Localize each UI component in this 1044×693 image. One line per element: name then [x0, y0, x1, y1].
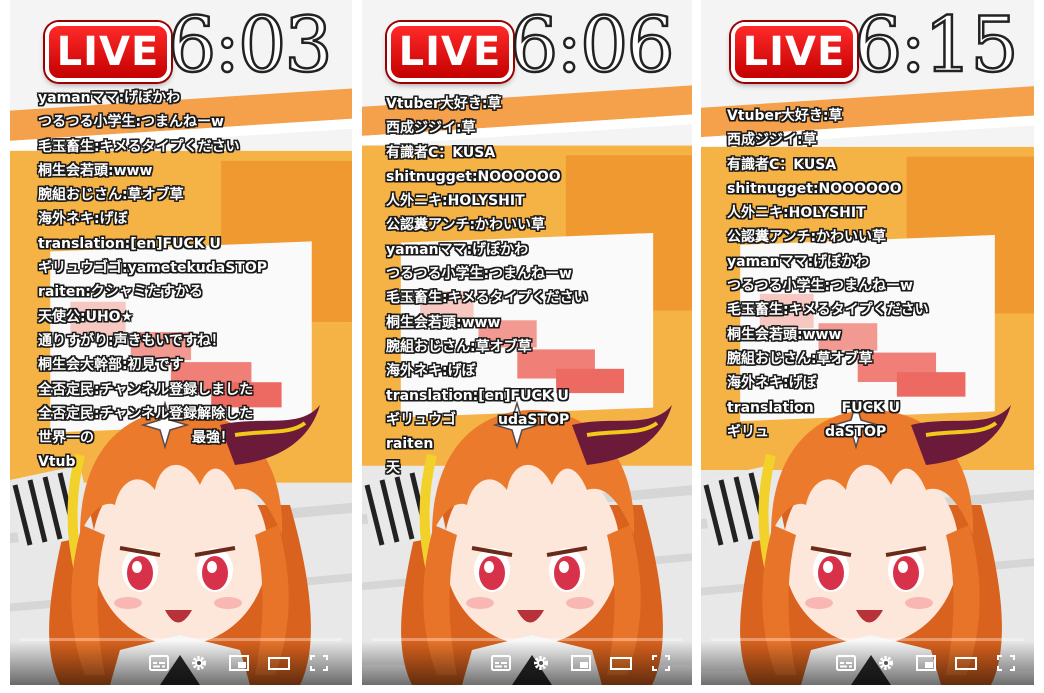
miniplayer-icon: [915, 653, 937, 673]
chat-message: 天使公:UHO★: [38, 308, 134, 325]
chat-message: 人外ニキ:HOLYSHIT: [727, 205, 866, 222]
subtitles-icon: [835, 653, 857, 673]
player-controls: [362, 641, 692, 685]
chat-overlay: Vtuber大好き:草 西成ジジイ:草有識者C：KUSA shitnugget:NO…: [727, 104, 929, 444]
theater-mode-button[interactable]: [610, 653, 632, 673]
chat-message: translation:[en]FUCK U: [386, 387, 569, 404]
chat-overlay: yamanママ:げぼかわつるつる小学生:つまんねーw 毛玉畜生:キメるタイプくださ…: [38, 86, 267, 475]
fullscreen-button[interactable]: [308, 653, 330, 673]
stream-panel-3: LIVE 6:15 Vtuber大好き:草 西成ジジイ:草有識者C：KUSA shi…: [701, 0, 1034, 685]
chat-message: shitnugget:NOOOOOO: [727, 180, 902, 197]
chat-message: 腕組おじさん:草オブ草: [386, 338, 532, 355]
chat-message: 天: [386, 460, 400, 477]
chat-message: つるつる小学生:つまんねーw: [386, 266, 572, 283]
chat-message: 桐生会大幹部:初見です: [38, 357, 184, 374]
chat-message: 海外ネキ:げぼ: [38, 211, 128, 228]
miniplayer-button[interactable]: [915, 653, 937, 673]
chat-message: 全否定民:チャンネル登録しました: [38, 381, 254, 398]
chat-message: yamanママ:げぼかわ: [38, 90, 181, 106]
chat-message: yamanママ:げぼかわ: [727, 253, 870, 270]
subtitles-button[interactable]: [148, 653, 170, 673]
chat-message: translation FUCK U: [727, 399, 900, 416]
settings-gear-button[interactable]: [875, 653, 897, 673]
settings-gear-icon: [188, 653, 210, 673]
chat-message: 公認糞アンチ:かわいい草: [386, 217, 546, 234]
subtitles-icon: [148, 653, 170, 673]
chat-message: 世界一の 最強！: [38, 430, 234, 447]
chat-message: yamanママ:げぼかわ: [386, 241, 529, 258]
miniplayer-button[interactable]: [228, 653, 250, 673]
stream-panel-2: LIVE 6:06 Vtuber大好き:草 西成ジジイ:草有識者C：KUSA shi…: [362, 0, 692, 685]
chat-message: raiten: [386, 436, 434, 453]
settings-gear-button[interactable]: [188, 653, 210, 673]
subtitles-button[interactable]: [835, 653, 857, 673]
chat-message: ギリュウゴ udaSTOP: [386, 411, 570, 428]
settings-gear-icon: [530, 653, 552, 673]
theater-mode-icon: [610, 653, 632, 673]
chat-message: 有識者C：KUSA: [386, 144, 496, 161]
chat-message: 毛玉畜生:キメるタイプください: [38, 138, 240, 155]
chat-message: つるつる小学生:つまんねーw: [38, 114, 224, 131]
fullscreen-icon: [995, 653, 1017, 673]
chat-message: 海外ネキ:げぼ: [727, 375, 817, 392]
fullscreen-icon: [650, 653, 672, 673]
theater-mode-button[interactable]: [955, 653, 977, 673]
subtitles-icon: [490, 653, 512, 673]
chat-message: raiten:クシャミたすかる: [38, 284, 203, 301]
fullscreen-button[interactable]: [650, 653, 672, 673]
live-badge: LIVE: [45, 22, 171, 82]
stream-panel-1: LIVE 6:03 yamanママ:げぼかわつるつる小学生:つまんねーw 毛玉畜生…: [10, 0, 352, 685]
chat-message: 桐生会若頭:www: [386, 314, 501, 331]
chat-message: Vtub: [38, 454, 76, 471]
miniplayer-icon: [570, 653, 592, 673]
chat-message: ギリュウゴゴ:yametekudaSTOP: [38, 260, 267, 277]
chat-message: 桐生会若頭:www: [38, 162, 153, 179]
chat-message: 公認糞アンチ:かわいい草: [727, 229, 887, 246]
subtitles-button[interactable]: [490, 653, 512, 673]
settings-gear-icon: [875, 653, 897, 673]
chat-message: ギリュ daSTOP: [727, 423, 887, 440]
live-badge: LIVE: [387, 22, 513, 82]
chat-message: 有識者C：KUSA: [727, 156, 837, 173]
chat-message: 海外ネキ:げぼ: [386, 363, 476, 380]
chat-message: shitnugget:NOOOOOO: [386, 168, 561, 185]
fullscreen-button[interactable]: [995, 653, 1017, 673]
chat-message: 腕組おじさん:草オブ草: [727, 350, 873, 367]
miniplayer-icon: [228, 653, 250, 673]
chat-message: translation:[en]FUCK U: [38, 235, 221, 252]
miniplayer-button[interactable]: [570, 653, 592, 673]
theater-mode-icon: [955, 653, 977, 673]
chat-message: 桐生会若頭:www: [727, 326, 842, 343]
timestamp: 6:06: [509, 0, 676, 90]
chat-message: 毛玉畜生:キメるタイプください: [727, 302, 929, 319]
chat-message: Vtuber大好き:草: [386, 96, 502, 112]
chat-message: 全否定民:チャンネル登録解除した: [38, 405, 254, 422]
chat-message: 西成ジジイ:草: [727, 132, 817, 149]
chat-message: 腕組おじさん:草オブ草: [38, 187, 184, 204]
theater-mode-icon: [268, 653, 290, 673]
chat-message: 毛玉畜生:キメるタイプください: [386, 290, 588, 307]
live-badge: LIVE: [731, 22, 857, 82]
chat-message: 通りすがり:声きもいですね！: [38, 332, 225, 349]
player-controls: [701, 641, 1034, 685]
chat-overlay: Vtuber大好き:草 西成ジジイ:草有識者C：KUSA shitnugget:NO…: [386, 92, 588, 481]
settings-gear-button[interactable]: [530, 653, 552, 673]
chat-message: 人外ニキ:HOLYSHIT: [386, 193, 525, 210]
player-controls: [10, 641, 352, 685]
chat-message: Vtuber大好き:草: [727, 108, 843, 124]
fullscreen-icon: [308, 653, 330, 673]
theater-mode-button[interactable]: [268, 653, 290, 673]
chat-message: 西成ジジイ:草: [386, 120, 476, 137]
timestamp: 6:03: [167, 0, 334, 90]
timestamp: 6:15: [853, 0, 1020, 90]
chat-message: つるつる小学生:つまんねーw: [727, 278, 913, 295]
